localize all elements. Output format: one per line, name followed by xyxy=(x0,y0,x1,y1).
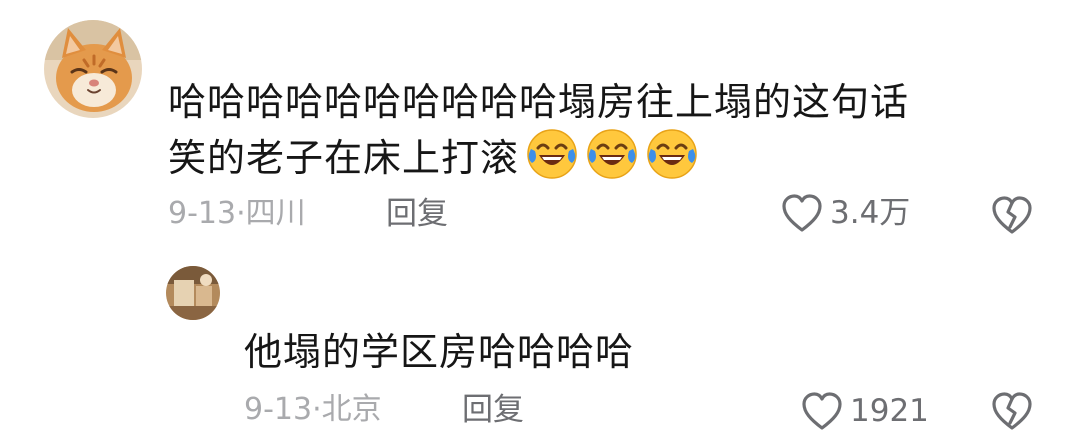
comment-text-line-2-text: 笑的老子在床上打滚 xyxy=(168,136,520,180)
cat-avatar-image xyxy=(44,20,142,118)
laugh-cry-emoji xyxy=(645,127,699,181)
avatar[interactable] xyxy=(44,20,142,118)
heart-outline-icon xyxy=(802,392,842,430)
reply-meta: 9-13·北京 xyxy=(244,390,382,430)
dislike-button[interactable] xyxy=(990,390,1034,436)
like-count: 3.4万 xyxy=(830,195,911,231)
broken-heart-icon xyxy=(992,196,1032,234)
comment-text-line-1: 哈哈哈哈哈哈哈哈哈哈塌房往上塌的这句话 xyxy=(168,80,910,124)
reply-button[interactable]: 回复 xyxy=(386,194,448,234)
comment-text-line-2: 笑的老子在床上打滚 xyxy=(168,127,699,186)
reply-avatar-image xyxy=(166,266,220,320)
reply-button[interactable]: 回复 xyxy=(462,390,524,430)
laugh-cry-emoji xyxy=(525,127,579,181)
comment-date: 9-13 xyxy=(168,196,237,231)
comment-location: 四川 xyxy=(245,196,306,231)
meta-separator: · xyxy=(312,392,322,427)
reply-text: 他塌的学区房哈哈哈哈 xyxy=(244,330,635,374)
dislike-button[interactable] xyxy=(990,194,1034,240)
heart-outline-icon xyxy=(782,194,822,232)
comment-meta: 9-13·四川 xyxy=(168,194,306,234)
like-count: 1921 xyxy=(850,393,929,429)
reply-date: 9-13 xyxy=(244,392,313,427)
like-button[interactable]: 1921 xyxy=(800,390,929,432)
meta-separator: · xyxy=(236,196,246,231)
avatar[interactable] xyxy=(166,266,220,320)
like-button[interactable]: 3.4万 xyxy=(780,192,910,234)
reply-location: 北京 xyxy=(321,392,382,427)
broken-heart-icon xyxy=(992,392,1032,430)
laugh-cry-emoji xyxy=(585,127,639,181)
